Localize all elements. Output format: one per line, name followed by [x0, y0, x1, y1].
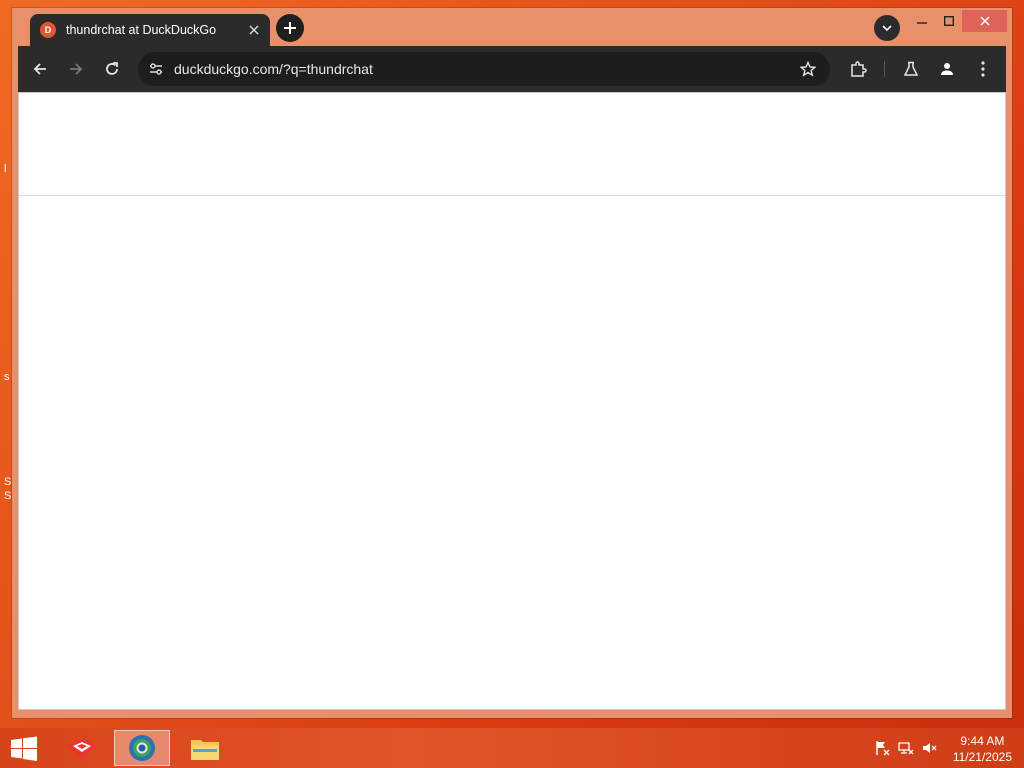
- clock-time: 9:44 AM: [960, 734, 1005, 748]
- plus-icon: [284, 22, 296, 34]
- menu-button[interactable]: [971, 57, 995, 81]
- title-bar[interactable]: D thundrchat at DuckDuckGo: [12, 8, 1012, 46]
- back-button[interactable]: [28, 57, 52, 81]
- bookmark-star-button[interactable]: [796, 57, 820, 81]
- browser-tab[interactable]: D thundrchat at DuckDuckGo: [30, 14, 270, 46]
- new-tab-button[interactable]: [276, 14, 304, 42]
- duckduckgo-icon: D: [40, 22, 56, 38]
- clock-date: 11/21/2025: [952, 750, 1012, 764]
- browser-icon: [129, 735, 155, 761]
- arrow-right-icon: [70, 63, 83, 75]
- kebab-menu-icon: [981, 61, 985, 77]
- taskbar-app-red[interactable]: [54, 730, 110, 766]
- taskbar-clock[interactable]: 9:44 AM 11/21/2025: [953, 733, 1012, 765]
- taskbar-browser[interactable]: [114, 730, 170, 766]
- browser-window: D thundrchat at DuckDuckGo duckduckgo.co…: [12, 8, 1012, 718]
- speaker-muted-icon[interactable]: [921, 740, 937, 756]
- person-icon: [941, 63, 953, 75]
- minimize-button[interactable]: [910, 10, 934, 32]
- network-icon[interactable]: [898, 740, 914, 756]
- close-icon[interactable]: [244, 20, 264, 40]
- tab-search-button[interactable]: [874, 15, 900, 41]
- forward-button[interactable]: [64, 57, 88, 81]
- puzzle-icon: [851, 61, 867, 77]
- reload-button[interactable]: [100, 57, 124, 81]
- browser-toolbar: duckduckgo.com/?q=thundrchat: [18, 46, 1006, 92]
- arrow-left-icon: [33, 63, 46, 75]
- start-button[interactable]: [10, 736, 38, 762]
- maximize-icon: [944, 16, 954, 26]
- tab-title: thundrchat at DuckDuckGo: [66, 23, 217, 37]
- address-bar[interactable]: duckduckgo.com/?q=thundrchat: [138, 52, 830, 86]
- start-icon: [11, 736, 37, 761]
- desktop-edge-glyph: S: [4, 490, 12, 502]
- reload-icon: [106, 62, 118, 75]
- tune-icon[interactable]: [146, 59, 166, 79]
- page-content: [18, 92, 1006, 710]
- taskbar: 9:44 AM 11/21/2025: [0, 728, 1024, 768]
- close-icon: [979, 16, 990, 26]
- flag-icon[interactable]: [874, 740, 890, 756]
- chevron-down-icon: [882, 25, 892, 32]
- minimize-icon: [917, 22, 927, 24]
- file-explorer-icon: [191, 740, 219, 760]
- maximize-button[interactable]: [937, 10, 961, 32]
- flask-icon: [903, 61, 919, 76]
- taskbar-file-explorer[interactable]: [177, 730, 233, 766]
- window-close-button[interactable]: [962, 10, 1007, 32]
- extensions-button[interactable]: [846, 57, 870, 81]
- desktop-edge-glyph: s: [4, 371, 10, 383]
- desktop-edge-glyph: S: [4, 476, 12, 488]
- labs-button[interactable]: [899, 57, 923, 81]
- toolbar-divider: [884, 61, 885, 77]
- header-divider: [19, 195, 1005, 196]
- url-text[interactable]: duckduckgo.com/?q=thundrchat: [174, 61, 796, 77]
- app-icon-red: [67, 738, 97, 758]
- star-icon: [800, 61, 816, 77]
- profile-button[interactable]: [935, 57, 959, 81]
- desktop-edge-glyph: l: [4, 163, 7, 175]
